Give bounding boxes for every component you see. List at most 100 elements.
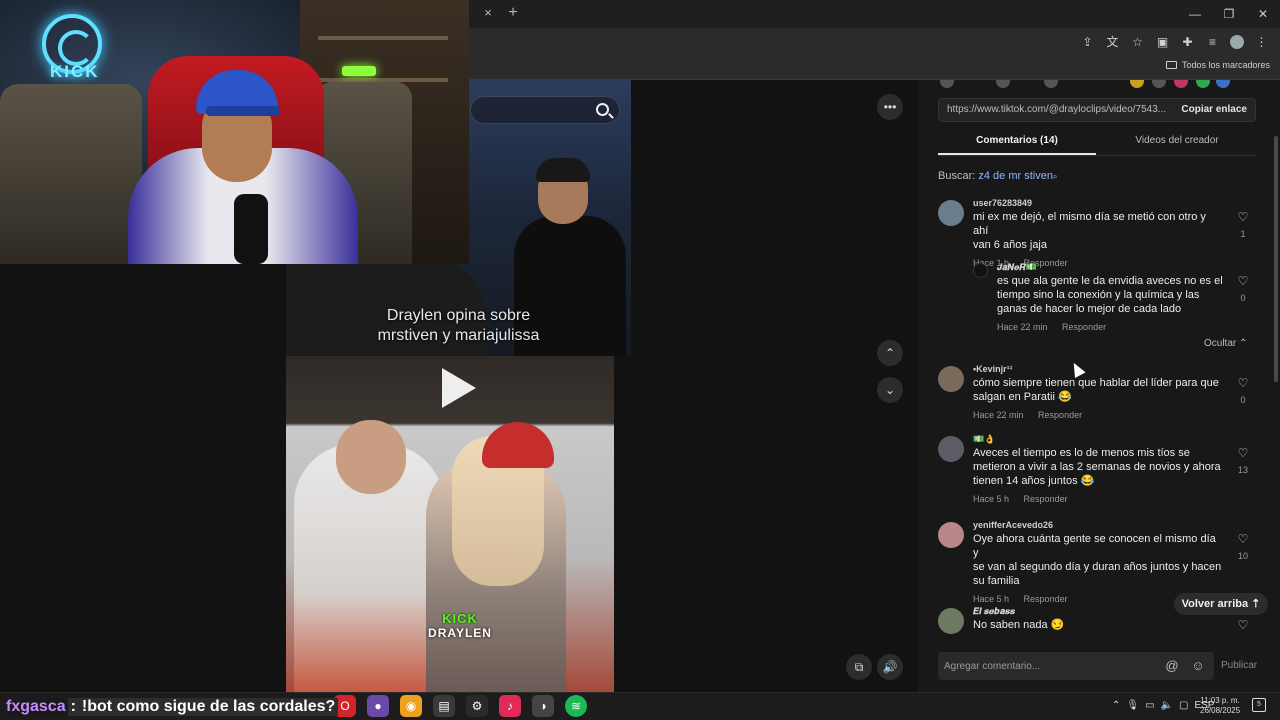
- speaker-icon[interactable]: 🔈: [1161, 696, 1173, 716]
- share-url-text[interactable]: https://www.tiktok.com/@drayloclips/vide…: [947, 104, 1169, 115]
- search-icon: ⌕: [1052, 172, 1058, 181]
- stream-chat-overlay: fxgasca : !bot como sigue de las cordale…: [4, 696, 339, 718]
- share-icon-6[interactable]: [1174, 80, 1188, 88]
- heart-icon[interactable]: ♡: [1228, 618, 1258, 632]
- share-icon-4[interactable]: [1130, 80, 1144, 88]
- search-prefix: Buscar:: [938, 170, 976, 182]
- share-icon-5[interactable]: [1152, 80, 1166, 88]
- watermark-top: KICK: [442, 611, 478, 626]
- microphone: [234, 194, 268, 264]
- panel-scrollbar[interactable]: [1274, 136, 1278, 382]
- avatar[interactable]: [938, 200, 964, 226]
- heart-icon[interactable]: ♡: [1228, 376, 1258, 390]
- taskbar-clock[interactable]: 11:03 p. m. 26/08/2025: [1200, 696, 1240, 716]
- settings-icon[interactable]: ⚙: [466, 695, 488, 717]
- avatar[interactable]: [938, 366, 964, 392]
- copy-link-button[interactable]: Copiar enlace: [1181, 104, 1247, 115]
- search-query-link[interactable]: z4 de mr stiven: [978, 170, 1053, 182]
- next-video-button[interactable]: ⌄: [877, 377, 903, 403]
- avatar[interactable]: [973, 263, 988, 278]
- hide-replies-button[interactable]: Ocultar ⌃: [1204, 338, 1247, 349]
- all-bookmarks-button[interactable]: Todos los marcadores: [1165, 60, 1270, 70]
- back-to-top-button[interactable]: Volver arriba ⇡: [1174, 593, 1268, 615]
- reply-button[interactable]: Responder: [1038, 410, 1082, 420]
- reply-button[interactable]: Responder: [1062, 322, 1106, 332]
- avatar[interactable]: [938, 436, 964, 462]
- comment-time: Hace 5 h: [973, 594, 1010, 604]
- share-icon-1[interactable]: [940, 80, 954, 88]
- app-icon[interactable]: ▤: [433, 695, 455, 717]
- comment-username[interactable]: 𝑱𝒂𝑵𝒆𝑹💵: [997, 260, 1223, 274]
- like-button[interactable]: ♡ 0: [1228, 274, 1258, 306]
- new-tab-button[interactable]: +: [504, 4, 522, 22]
- comment-time: Hace 5 h: [973, 494, 1010, 504]
- mention-icon[interactable]: @: [1164, 658, 1180, 674]
- publish-button[interactable]: Publicar: [1221, 660, 1257, 671]
- mic-icon[interactable]: 🎙: [1126, 696, 1139, 716]
- profile-avatar-icon[interactable]: [1230, 35, 1244, 49]
- like-button[interactable]: ♡: [1228, 618, 1258, 632]
- tab-creator-videos[interactable]: Videos del creador: [1098, 135, 1256, 146]
- comment-username[interactable]: 💵👌: [973, 432, 1223, 446]
- chrome-icon[interactable]: ◉: [400, 695, 422, 717]
- puzzle-icon[interactable]: ✚: [1177, 32, 1198, 52]
- menu-dots-icon[interactable]: ⋮: [1251, 32, 1272, 52]
- spotify-icon[interactable]: ≋: [565, 695, 587, 717]
- play-icon[interactable]: [442, 368, 476, 408]
- network-icon[interactable]: ▭: [1145, 696, 1154, 716]
- share-icon-8[interactable]: [1216, 80, 1230, 88]
- avatar[interactable]: [938, 608, 964, 634]
- heart-icon[interactable]: ♡: [1228, 532, 1258, 546]
- chat-message: !bot como sigue de las cordales?: [78, 698, 339, 716]
- like-button[interactable]: ♡ 10: [1228, 532, 1258, 564]
- chat-username: fxgasca: [4, 698, 68, 716]
- extension-icon[interactable]: ▣: [1152, 32, 1173, 52]
- caption-line-1: Draylen opina sobre: [386, 307, 531, 324]
- share-icon-2[interactable]: [996, 80, 1010, 88]
- close-window-button[interactable]: ✕: [1246, 0, 1280, 28]
- display-icon[interactable]: ▢: [1179, 696, 1188, 716]
- more-options-button[interactable]: •••: [877, 94, 903, 120]
- tray-chevron-icon[interactable]: ⌃: [1112, 696, 1120, 716]
- obs-icon[interactable]: ●: [367, 695, 389, 717]
- emoji-icon[interactable]: ☺: [1190, 658, 1206, 674]
- notification-center-icon[interactable]: 5: [1252, 698, 1266, 712]
- previous-video-button[interactable]: ⌃: [877, 340, 903, 366]
- like-button[interactable]: ♡ 1: [1228, 210, 1258, 242]
- bookmark-star-icon[interactable]: ☆: [1127, 32, 1148, 52]
- search-icon[interactable]: [596, 103, 609, 116]
- comment-username[interactable]: yenifferAcevedo26: [973, 518, 1223, 532]
- comment-search-suggestion[interactable]: Buscar: z4 de mr stiven⌕: [938, 170, 1057, 182]
- like-count: 0: [1240, 395, 1246, 405]
- media-icon[interactable]: ≡: [1202, 32, 1223, 52]
- heart-icon[interactable]: ♡: [1228, 446, 1258, 460]
- share-icon-7[interactable]: [1196, 80, 1210, 88]
- pip-button[interactable]: ⧉: [846, 654, 872, 680]
- streamer-webcam-overlay: KICK: [0, 0, 469, 264]
- reply-button[interactable]: Responder: [1024, 594, 1068, 604]
- heart-icon[interactable]: ♡: [1228, 210, 1258, 224]
- comment-input[interactable]: [944, 656, 1144, 676]
- minimize-button[interactable]: —: [1178, 0, 1212, 28]
- restore-button[interactable]: ❐: [1212, 0, 1246, 28]
- tab-comments[interactable]: Comentarios (14): [938, 135, 1096, 146]
- comment-username[interactable]: •Kevinjr¹¹: [973, 362, 1223, 376]
- comments-panel: https://www.tiktok.com/@drayloclips/vide…: [918, 80, 1280, 692]
- avatar[interactable]: [938, 522, 964, 548]
- comment-username[interactable]: user76283849: [973, 196, 1223, 210]
- comment-list: user76283849 mi ex me dejó, el mismo día…: [938, 192, 1268, 638]
- install-app-icon[interactable]: ⇪: [1077, 32, 1098, 52]
- tiktok-icon[interactable]: ♪: [499, 695, 521, 717]
- like-button[interactable]: ♡ 13: [1228, 446, 1258, 478]
- share-icon-3[interactable]: [1044, 80, 1058, 88]
- comment-time: Hace 22 min: [973, 410, 1024, 420]
- taskbar-apps: O ● ◉ ▤ ⚙ ♪ ◑ ≋: [334, 695, 587, 717]
- close-tab-icon[interactable]: ×: [480, 5, 496, 21]
- browser-icon[interactable]: ◑: [532, 695, 554, 717]
- reply-button[interactable]: Responder: [1024, 494, 1068, 504]
- video-search-bar[interactable]: [470, 96, 620, 124]
- heart-icon[interactable]: ♡: [1228, 274, 1258, 288]
- volume-button[interactable]: 🔊: [877, 654, 903, 680]
- like-button[interactable]: ♡ 0: [1228, 376, 1258, 408]
- translate-icon[interactable]: 文: [1102, 32, 1123, 52]
